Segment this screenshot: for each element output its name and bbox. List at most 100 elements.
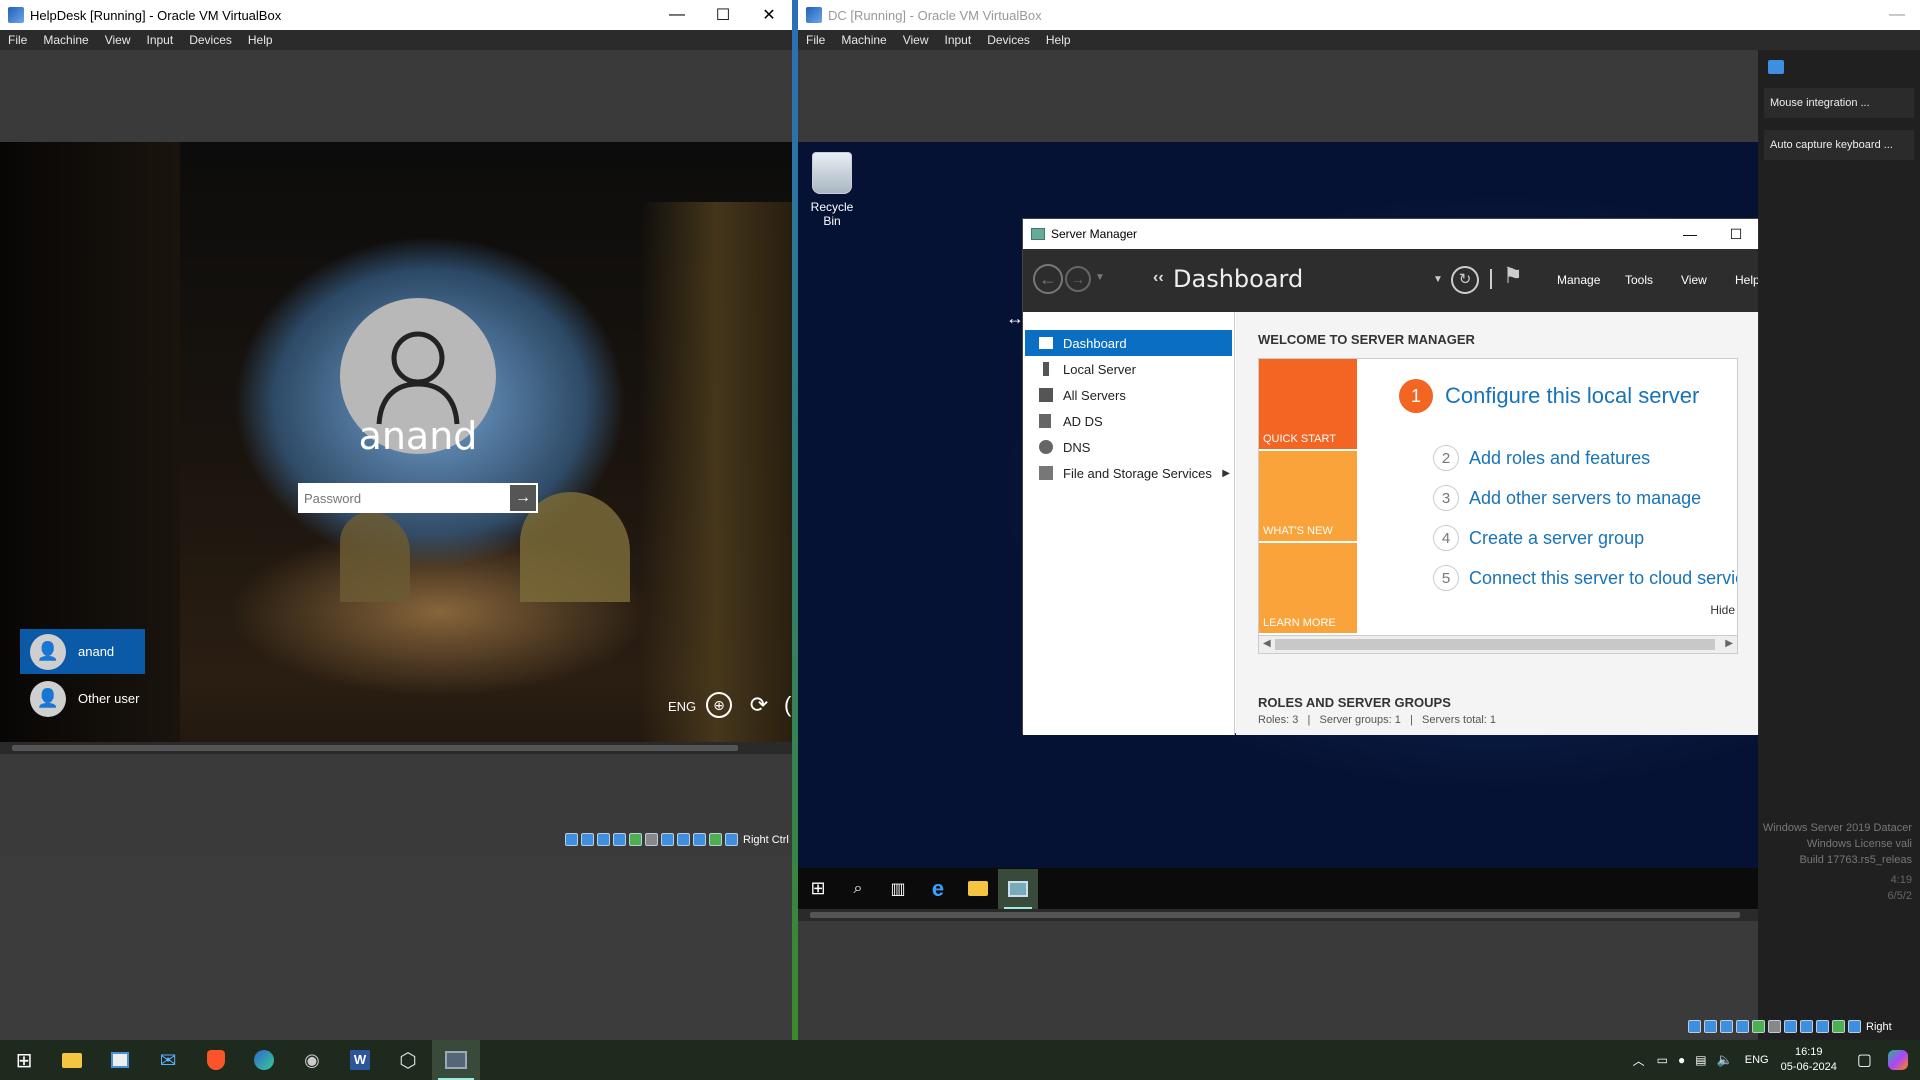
menu-help[interactable]: Help — [240, 33, 281, 47]
step-row[interactable]: 5 Connect this server to cloud servic — [1433, 565, 1737, 591]
configure-link[interactable]: Configure this local server — [1445, 383, 1699, 409]
notification-item[interactable]: Mouse integration ... — [1764, 88, 1914, 118]
vm-start-icon[interactable]: ⊞ — [798, 869, 838, 909]
keyboard-capture-icon[interactable] — [725, 833, 738, 846]
meet-now-icon[interactable]: ▭ — [1657, 1053, 1668, 1067]
nav-dns[interactable]: DNS — [1023, 434, 1234, 460]
scroll-left-icon[interactable]: ◀ — [1263, 638, 1271, 649]
step-row[interactable]: 2 Add roles and features — [1433, 445, 1650, 471]
vm-server-manager-icon[interactable] — [998, 868, 1038, 909]
step-link[interactable]: Add other servers to manage — [1469, 488, 1701, 509]
menu-devices[interactable]: Devices — [979, 33, 1038, 47]
menu-input[interactable]: Input — [937, 33, 980, 47]
network-status-icon[interactable] — [1736, 1020, 1749, 1033]
power-icon[interactable]: ( — [784, 692, 792, 718]
menu-help[interactable]: Help — [1038, 33, 1079, 47]
recording-status-icon[interactable] — [1800, 1020, 1813, 1033]
maximize-button[interactable]: ☐ — [700, 0, 746, 30]
shared-folder-icon[interactable] — [1768, 1020, 1781, 1033]
password-input[interactable] — [300, 485, 510, 511]
recording-status-icon[interactable] — [677, 833, 690, 846]
brave-browser-icon[interactable] — [192, 1040, 240, 1080]
cpu-status-icon[interactable] — [1816, 1020, 1829, 1033]
store-icon[interactable] — [96, 1040, 144, 1080]
vm-explorer-icon[interactable] — [958, 869, 998, 909]
nav-all-servers[interactable]: All Servers — [1023, 382, 1234, 408]
sm-maximize-button[interactable]: ☐ — [1713, 219, 1759, 249]
menu-help[interactable]: Help — [1735, 273, 1760, 287]
notification-item[interactable]: Auto capture keyboard ... — [1764, 130, 1914, 160]
step-row[interactable]: 3 Add other servers to manage — [1433, 485, 1701, 511]
menu-input[interactable]: Input — [139, 33, 182, 47]
menu-manage[interactable]: Manage — [1557, 273, 1600, 287]
back-arrow-icon[interactable]: ← — [1033, 264, 1063, 294]
submit-arrow-button[interactable]: → — [510, 485, 536, 511]
scrollbar-thumb[interactable] — [12, 745, 738, 751]
scroll-thumb[interactable] — [1275, 639, 1715, 650]
network-globe-icon[interactable]: ⊕ — [706, 692, 732, 718]
menu-file[interactable]: File — [798, 33, 833, 47]
audio-status-icon[interactable] — [597, 833, 610, 846]
nav-ad-ds[interactable]: AD DS — [1023, 408, 1234, 434]
history-dropdown-icon[interactable]: ▼ — [1095, 272, 1105, 283]
menu-file[interactable]: File — [0, 33, 35, 47]
user-list-item-other[interactable]: 👤 Other user — [20, 676, 160, 721]
language-indicator[interactable]: ENG — [1745, 1054, 1769, 1066]
sm-minimize-button[interactable]: — — [1667, 219, 1713, 249]
expand-arrow-icon[interactable]: ▶ — [1222, 468, 1230, 479]
display-status-icon[interactable] — [1784, 1020, 1797, 1033]
nav-dashboard[interactable]: Dashboard — [1025, 330, 1232, 356]
clock[interactable]: 16:19 05-06-2024 — [1781, 1045, 1837, 1075]
menu-view[interactable]: View — [97, 33, 139, 47]
tile-panel-hscroll[interactable]: ◀ ▶ — [1259, 635, 1737, 653]
copilot-icon[interactable] — [1888, 1050, 1908, 1070]
scroll-right-icon[interactable]: ▶ — [1725, 638, 1733, 649]
notification-center-icon[interactable] — [1768, 60, 1784, 74]
volume-icon[interactable]: 🔈 — [1717, 1052, 1733, 1068]
optical-status-icon[interactable] — [1704, 1020, 1717, 1033]
recycle-bin-icon[interactable] — [812, 152, 852, 194]
tile-whats-new[interactable]: WHAT'S NEW — [1259, 451, 1357, 541]
menu-tools[interactable]: Tools — [1625, 273, 1653, 287]
network-icon[interactable]: ▤ — [1695, 1053, 1706, 1067]
refresh-icon[interactable]: ↻ — [1451, 266, 1479, 294]
nav-local-server[interactable]: Local Server — [1023, 356, 1234, 382]
virtualbox-vm-taskbar-icon[interactable] — [432, 1040, 480, 1080]
title-bar[interactable]: HelpDesk [Running] - Oracle VM VirtualBo… — [0, 0, 792, 30]
action-center-icon[interactable]: ▢ — [1857, 1050, 1872, 1070]
notifications-flag-icon[interactable]: ⚑ — [1503, 263, 1523, 289]
edge-browser-icon[interactable] — [240, 1040, 288, 1080]
usb-status-icon[interactable] — [1752, 1020, 1765, 1033]
vm-ie-icon[interactable]: e — [918, 869, 958, 909]
display-status-icon[interactable] — [661, 833, 674, 846]
start-icon[interactable]: ⊞ — [0, 1040, 48, 1080]
word-icon[interactable]: W — [336, 1040, 384, 1080]
step-link[interactable]: Connect this server to cloud servic — [1469, 568, 1737, 589]
keyboard-capture-icon[interactable] — [1848, 1020, 1861, 1033]
camera-icon[interactable]: ◉ — [288, 1040, 336, 1080]
step-link[interactable]: Create a server group — [1469, 528, 1644, 549]
user-list-item-anand[interactable]: 👤 anand — [20, 629, 145, 674]
network-status-icon[interactable] — [613, 833, 626, 846]
audio-status-icon[interactable] — [1720, 1020, 1733, 1033]
vm-search-icon[interactable]: ⌕ — [838, 869, 878, 909]
hdd-status-icon[interactable] — [565, 833, 578, 846]
file-explorer-icon[interactable] — [48, 1040, 96, 1080]
menu-devices[interactable]: Devices — [181, 33, 240, 47]
step-row[interactable]: 4 Create a server group — [1433, 525, 1644, 551]
usb-status-icon[interactable] — [629, 833, 642, 846]
horizontal-scrollbar[interactable] — [0, 742, 792, 754]
step-link[interactable]: Add roles and features — [1469, 448, 1650, 469]
hide-link[interactable]: Hide — [1710, 603, 1735, 617]
mouse-integration-icon[interactable] — [709, 833, 722, 846]
menu-machine[interactable]: Machine — [35, 33, 96, 47]
minimize-button[interactable]: — — [1874, 0, 1920, 30]
mouse-integration-icon[interactable] — [1832, 1020, 1845, 1033]
vm-taskview-icon[interactable]: ▥ — [878, 869, 918, 909]
minimize-button[interactable]: — — [654, 0, 700, 30]
optical-status-icon[interactable] — [581, 833, 594, 846]
sm-dropdown-icon[interactable]: ▼ — [1433, 274, 1443, 285]
lang-indicator[interactable]: ENG — [668, 699, 696, 714]
show-hidden-icons-icon[interactable]: ︿ — [1633, 1052, 1645, 1069]
hdd-status-icon[interactable] — [1688, 1020, 1701, 1033]
